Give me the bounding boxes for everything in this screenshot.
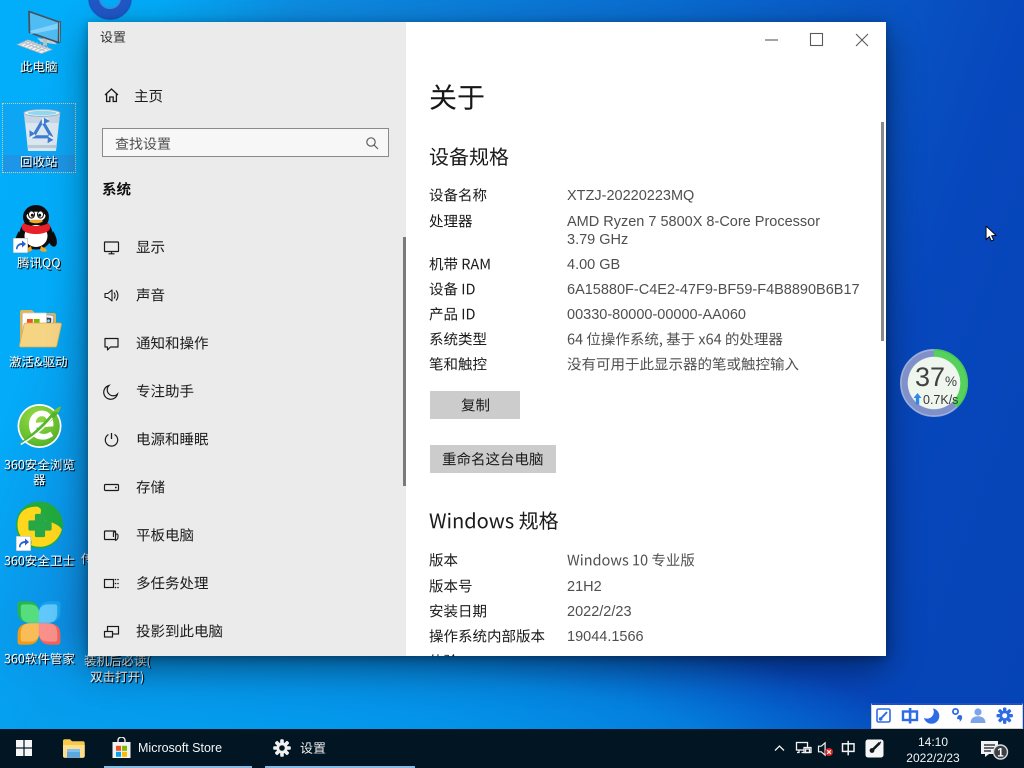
svg-text:1: 1: [997, 747, 1004, 759]
